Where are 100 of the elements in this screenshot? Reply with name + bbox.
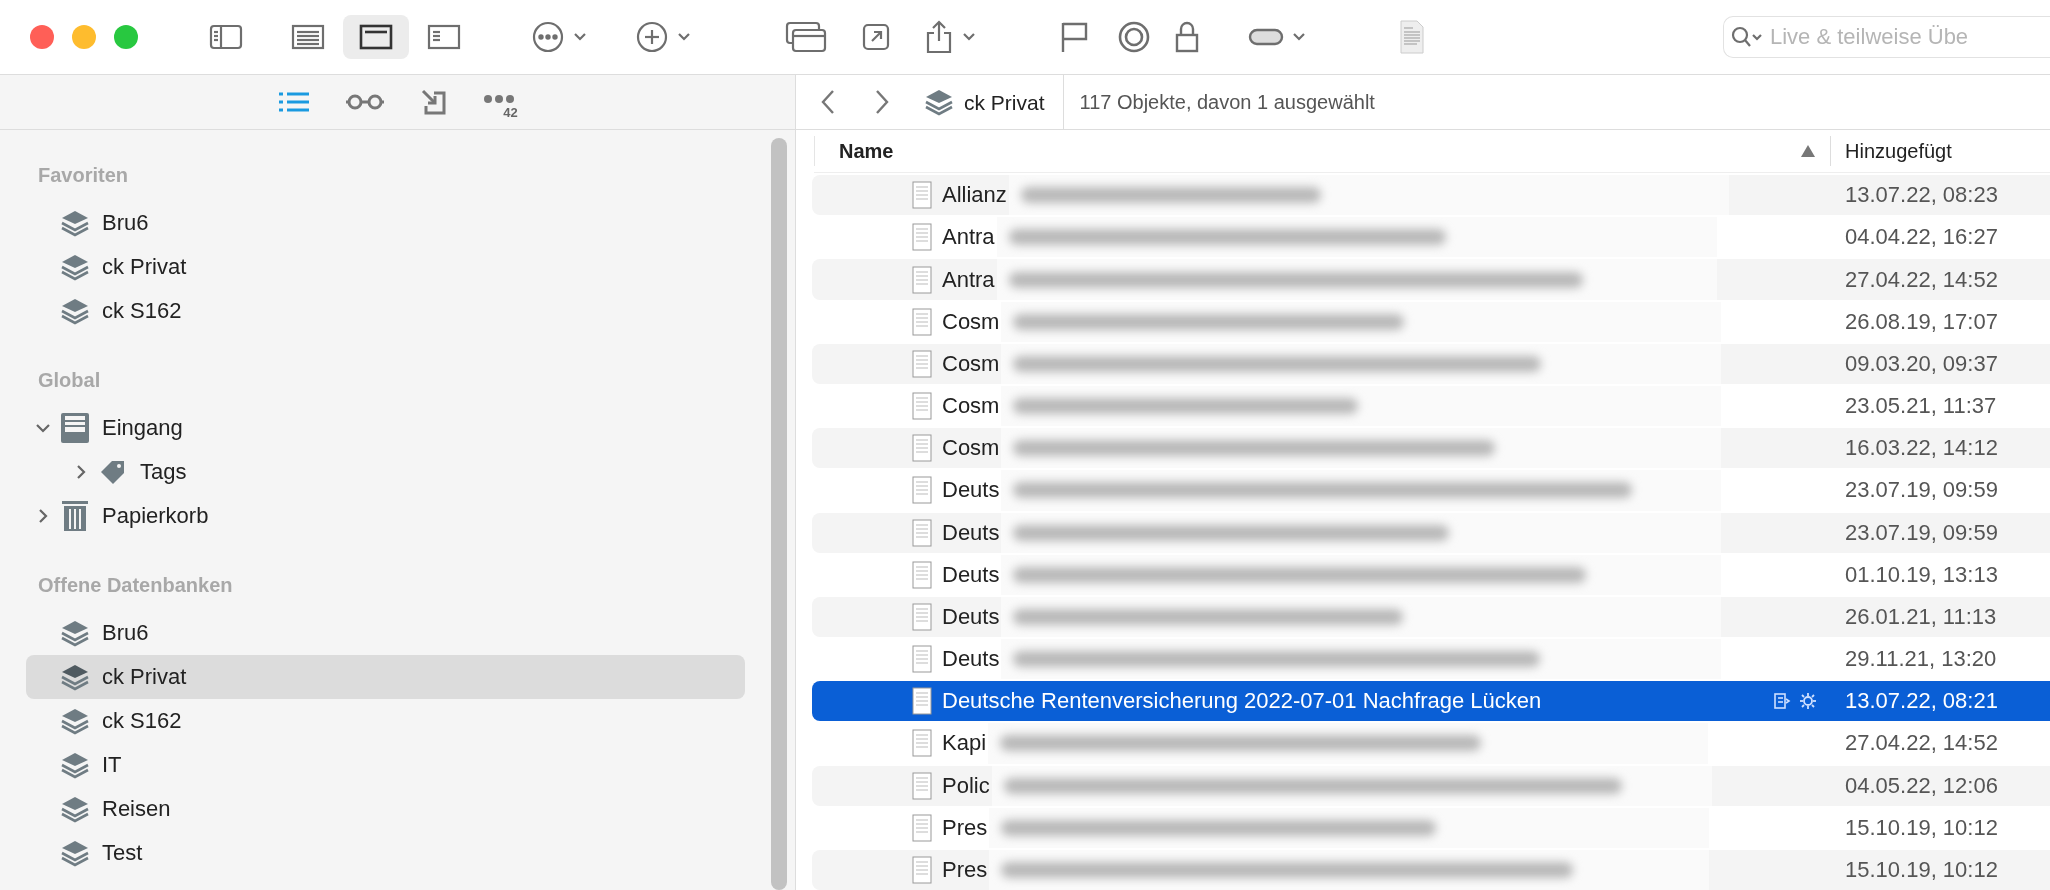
trash-icon	[60, 500, 90, 532]
file-row[interactable]: Deuts 29.11.21, 13:20	[812, 639, 2050, 680]
sort-arrow-icon	[1800, 144, 1816, 159]
forward-icon[interactable]	[874, 89, 890, 115]
scrollbar[interactable]	[771, 138, 787, 890]
section-heading: Offene Datenbanken	[37, 573, 234, 598]
date-added: 13.07.22, 08:23	[1844, 182, 1999, 209]
sidebar-item[interactable]: Reisen	[26, 787, 745, 831]
file-row[interactable]: Pres 15.10.19, 10:12	[812, 849, 2050, 890]
sidebar-item[interactable]: IT	[26, 743, 745, 787]
file-row[interactable]: Antra 04.04.22, 16:27	[812, 217, 2050, 258]
database-icon	[60, 252, 90, 282]
caret-icon	[962, 32, 976, 42]
close-button[interactable]	[30, 25, 54, 49]
file-name: Pres	[942, 856, 988, 883]
date-added: 16.03.22, 14:12	[1844, 435, 1999, 462]
file-row[interactable]: Cosm 26.08.19, 17:07	[812, 301, 2050, 342]
file-row[interactable]: Kapi 27.04.22, 14:52	[812, 723, 2050, 764]
document-icon	[912, 813, 932, 842]
share-icon	[924, 19, 954, 55]
caret-icon	[573, 32, 587, 42]
file-row[interactable]: Deuts 23.07.19, 09:59	[812, 512, 2050, 553]
document-icon	[912, 349, 932, 378]
file-row[interactable]: Cosm 09.03.20, 09:37	[812, 343, 2050, 384]
sidebar-item[interactable]: ck Privat	[26, 245, 745, 289]
document-icon	[912, 771, 932, 800]
document-icon	[912, 307, 932, 336]
caret-icon	[677, 32, 691, 42]
item-label: Test	[102, 840, 143, 866]
plus-icon	[635, 20, 669, 54]
file-row[interactable]: Deutsche Rentenversicherung 2022-07-01 Nachfrage Lücken 13.07.22, 08:21	[812, 681, 2050, 722]
document-icon	[912, 181, 932, 210]
inbox-icon	[60, 412, 90, 444]
document-icon	[912, 434, 932, 463]
date-added: 27.04.22, 14:52	[1844, 730, 1999, 757]
sidebar-item[interactable]: ck S162	[26, 699, 745, 743]
item-label: IT	[102, 752, 122, 778]
file-row[interactable]: Deuts 01.10.19, 13:13	[812, 554, 2050, 595]
search-input[interactable]: Live & teilweise Übe	[1768, 23, 2042, 51]
file-row[interactable]: Cosm 23.05.21, 11:37	[812, 386, 2050, 427]
date-added: 15.10.19, 10:12	[1844, 856, 1999, 883]
column-header[interactable]: Name	[814, 136, 1830, 167]
date-added: 13.07.22, 08:21	[1844, 688, 1999, 715]
date-added: 29.11.21, 13:20	[1844, 646, 1998, 673]
file-row[interactable]: Pres 15.10.19, 10:12	[812, 807, 2050, 848]
database-icon	[60, 794, 90, 824]
date-added: 23.07.19, 09:59	[1844, 477, 1999, 504]
view-mode-button[interactable]	[343, 15, 409, 59]
file-row[interactable]: Antra 27.04.22, 14:52	[812, 259, 2050, 300]
item-label: Bru6	[102, 210, 149, 236]
file-row[interactable]: Allianz 13.07.22, 08:23	[812, 175, 2050, 216]
location-label[interactable]: ck Privat	[964, 74, 1064, 130]
item-label: Bru6	[102, 620, 149, 646]
item-label: Reisen	[102, 796, 171, 822]
document-icon	[912, 476, 932, 505]
label-icon	[1248, 27, 1284, 47]
sidebar-item[interactable]: ck Privat	[26, 655, 745, 699]
date-added: 23.07.19, 09:59	[1844, 519, 1999, 546]
sidebar-item[interactable]: Papierkorb	[26, 494, 745, 538]
file-name: Deutsche Rentenversicherung 2022-07-01 Nachfrage Lücken	[942, 688, 1542, 715]
sidebar-item[interactable]: Test	[26, 831, 745, 875]
file-name: Polic	[942, 772, 990, 799]
file-name: Deuts	[942, 561, 1000, 588]
note-icon	[1773, 692, 1791, 711]
document-icon	[912, 729, 932, 758]
file-name: Deuts	[942, 519, 1000, 546]
item-label: ck Privat	[102, 664, 187, 690]
file-row[interactable]: Deuts 26.01.21, 11:13	[812, 596, 2050, 637]
date-added: 27.04.22, 14:52	[1844, 266, 1999, 293]
date-added: 15.10.19, 10:12	[1844, 814, 1999, 841]
section-heading: Favoriten	[37, 163, 130, 188]
sidebar-item[interactable]: Bru6	[26, 201, 745, 245]
column-header[interactable]: Hinzugefügt	[1830, 136, 2050, 167]
list-view-icon	[291, 23, 325, 51]
arrow-into-box-icon	[420, 88, 449, 116]
count-label: 42	[503, 106, 518, 120]
date-added: 09.03.20, 09:37	[1844, 350, 1999, 377]
date-added: 26.01.21, 11:13	[1844, 603, 1998, 630]
list-icon	[277, 90, 312, 114]
sidebar-item[interactable]: Bru6	[26, 611, 745, 655]
date-added: 04.04.22, 16:27	[1844, 224, 1999, 251]
status-text: 117 Objekte, davon 1 ausgewählt	[1079, 90, 1375, 114]
file-row[interactable]: Cosm 16.03.22, 14:12	[812, 428, 2050, 469]
item-label: Papierkorb	[102, 503, 209, 529]
document-icon	[1399, 20, 1425, 54]
file-row[interactable]: Deuts 23.07.19, 09:59	[812, 470, 2050, 511]
file-name: Cosm	[942, 308, 1000, 335]
sidebar-item[interactable]: Eingang	[26, 406, 745, 450]
sidebar-tab[interactable]: 42	[477, 82, 524, 122]
database-icon	[60, 296, 90, 326]
file-name: Cosm	[942, 393, 1000, 420]
file-row[interactable]: Polic 04.05.22, 12:06	[812, 765, 2050, 806]
flag-icon	[1059, 20, 1089, 54]
back-icon[interactable]	[820, 89, 836, 115]
date-added: 23.05.21, 11:37	[1844, 393, 1998, 420]
sidebar-item[interactable]: ck S162	[26, 289, 745, 333]
sidebar-icon	[209, 23, 243, 51]
file-name: Deuts	[942, 477, 1000, 504]
sidebar-item[interactable]: Tags	[26, 450, 745, 494]
search-field[interactable]: Live & teilweise Übe	[1723, 16, 2050, 58]
